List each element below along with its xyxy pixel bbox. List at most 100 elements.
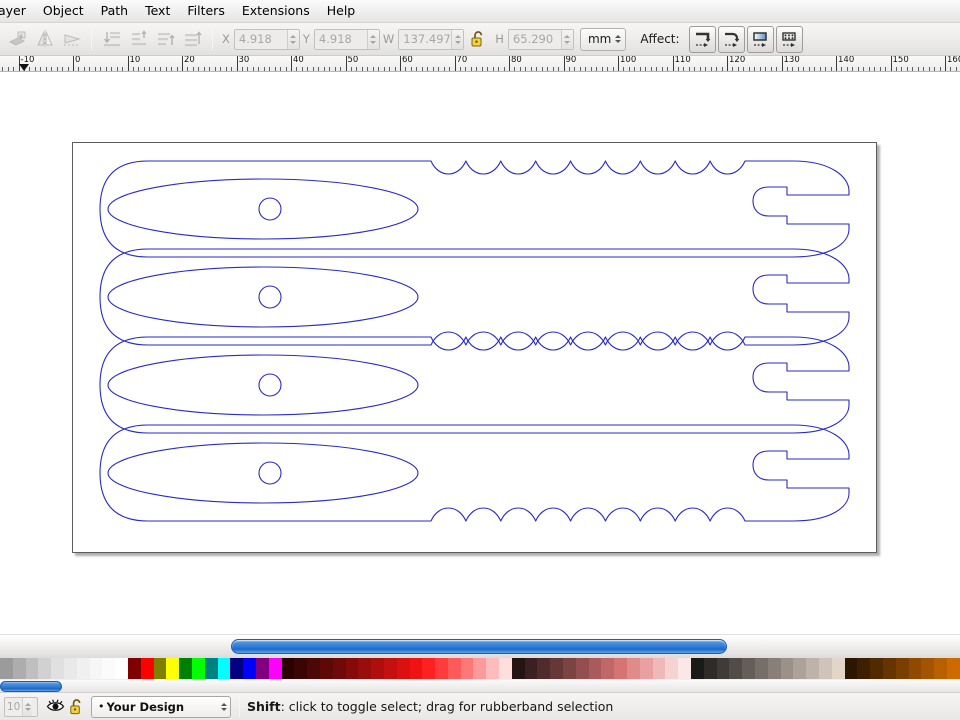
palette-swatch[interactable] [422,658,436,679]
palette-swatch[interactable] [76,658,90,679]
affect-transform-patterns-button[interactable] [775,25,803,53]
x-field[interactable]: 4.918 [233,28,300,50]
palette-swatch[interactable] [486,658,500,679]
spatula-outline-path[interactable] [99,160,850,258]
lower-selection-icon[interactable] [99,27,124,52]
lower-to-bottom-icon[interactable] [5,27,30,52]
laser-cut-spatula-drawing[interactable] [73,143,876,552]
canvas-area[interactable] [0,72,960,634]
palette-swatch[interactable] [588,658,602,679]
palette-swatch[interactable] [537,658,551,679]
palette-swatch[interactable] [921,658,935,679]
palette-swatch[interactable] [575,658,589,679]
palette-swatch[interactable] [908,658,922,679]
palette-swatch[interactable] [934,658,947,679]
palette-swatch[interactable] [191,658,205,679]
palette-swatch[interactable] [38,658,52,679]
palette-swatch[interactable] [755,658,768,679]
palette-swatch[interactable] [63,658,77,679]
palette-swatch[interactable] [767,658,781,679]
palette-swatch[interactable] [806,658,819,679]
spatula-inner-ellipse[interactable] [107,442,419,504]
affect-transform-gradients-button[interactable] [746,25,774,53]
palette-swatch[interactable] [319,658,333,679]
palette-swatch[interactable] [127,658,141,679]
palette-swatch[interactable] [882,658,896,679]
palette-swatch[interactable] [614,658,628,679]
layer-selector[interactable]: • Your Design [91,695,231,718]
palette-swatch[interactable] [396,658,410,679]
palette-swatch[interactable] [742,658,756,679]
opacity-field[interactable]: 10 [4,696,38,717]
palette-swatch[interactable] [678,658,692,679]
spatula-centre-hole[interactable] [258,285,282,309]
spatula-inner-ellipse[interactable] [107,178,419,240]
palette-swatch[interactable] [89,658,103,679]
spatula-centre-hole[interactable] [258,197,282,221]
palette-swatch[interactable] [332,658,346,679]
layer-lock-toggle[interactable] [66,696,88,718]
menu-text[interactable]: Text [137,1,179,21]
lower-to-bottom-icon-2[interactable] [180,27,205,52]
spatula-centre-hole[interactable] [258,461,282,485]
palette-swatch[interactable] [627,658,640,679]
palette-swatch[interactable] [473,658,487,679]
menu-path[interactable]: Path [93,1,137,21]
width-field-stepper[interactable] [451,29,464,49]
palette-swatch[interactable] [895,658,909,679]
palette-swatch[interactable] [12,658,26,679]
palette-swatch[interactable] [371,658,384,679]
spatula-outline-path[interactable] [99,424,850,522]
lock-aspect-ratio-button[interactable] [467,27,489,51]
palette-swatch[interactable] [255,658,269,679]
opacity-stepper[interactable] [22,697,33,716]
palette-scrollbar[interactable] [0,679,960,692]
palette-swatch[interactable] [524,658,538,679]
palette-swatch[interactable] [281,658,295,679]
spatula-outline-path[interactable] [99,336,850,434]
palette-swatch[interactable] [345,658,359,679]
palette-swatch[interactable] [153,658,167,679]
palette-swatch[interactable] [294,658,308,679]
menu-layer[interactable]: ayer [0,1,35,21]
color-palette[interactable] [0,658,960,679]
palette-swatch[interactable] [780,658,794,679]
palette-swatch[interactable] [665,658,679,679]
y-field[interactable]: 4.918 [313,28,380,50]
menu-help[interactable]: Help [319,1,365,21]
palette-swatch[interactable] [691,658,704,679]
horizontal-ruler[interactable]: -10 0 10 20 30 40 50 60 70 80 90 100 110 120 130 140 150… [0,56,960,72]
x-field-stepper[interactable] [286,29,299,49]
palette-swatch[interactable] [652,658,666,679]
palette-swatch[interactable] [857,658,871,679]
palette-swatch[interactable] [166,658,180,679]
spatula-inner-ellipse[interactable] [107,266,419,328]
palette-swatch[interactable] [179,658,192,679]
palette-swatch[interactable] [844,658,858,679]
palette-swatch[interactable] [115,658,128,679]
palette-swatch[interactable] [716,658,730,679]
palette-swatch[interactable] [230,658,244,679]
palette-swatch[interactable] [870,658,883,679]
palette-swatch[interactable] [703,658,717,679]
menu-extensions[interactable]: Extensions [234,1,319,21]
menu-filters[interactable]: Filters [179,1,233,21]
height-field[interactable]: 65.290 [507,28,574,50]
palette-swatch[interactable] [383,658,397,679]
palette-swatch[interactable] [140,658,154,679]
palette-swatch[interactable] [460,658,474,679]
horizontal-scrollbar-thumb[interactable] [231,639,727,654]
palette-swatch[interactable] [358,658,372,679]
menu-object[interactable]: Object [35,1,93,21]
palette-swatch[interactable] [793,658,807,679]
palette-swatch[interactable] [946,658,960,679]
palette-scrollbar-thumb[interactable] [0,681,62,692]
palette-swatch[interactable] [601,658,615,679]
layer-visibility-toggle[interactable] [44,696,66,718]
palette-swatch[interactable] [102,658,116,679]
palette-swatch[interactable] [550,658,564,679]
palette-swatch[interactable] [819,658,832,679]
width-field[interactable]: 137.497 [398,28,465,50]
palette-swatch[interactable] [511,658,525,679]
spatula-centre-hole[interactable] [258,373,282,397]
